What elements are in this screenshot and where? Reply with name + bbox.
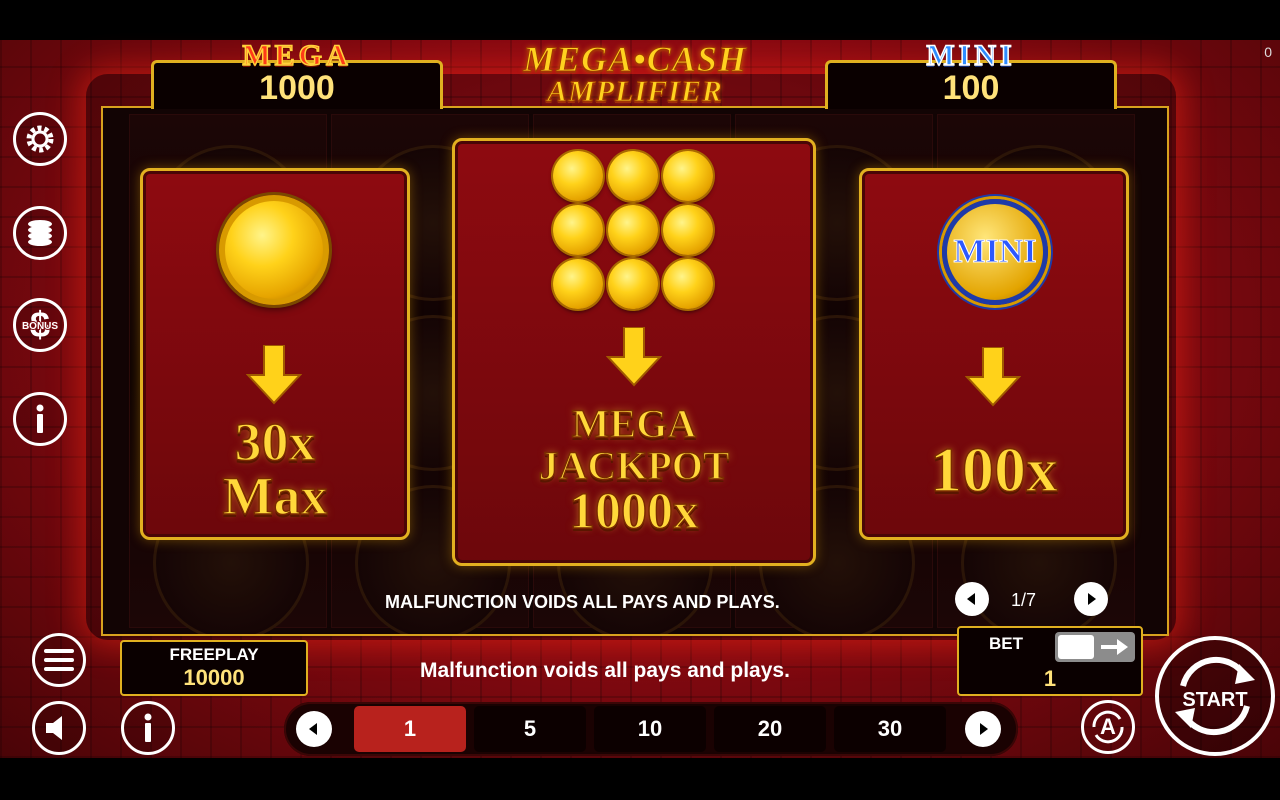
mega-jackpot-value: 1000	[259, 69, 335, 107]
chevron-right-icon	[980, 723, 988, 735]
next-page-button[interactable]	[1074, 582, 1108, 616]
bonus-dollar-icon: $ BONUS	[21, 304, 59, 345]
freeplay-value: 10000	[183, 665, 245, 690]
gold-coin-icon	[608, 205, 658, 255]
bonus-icon-text: BONUS	[22, 321, 58, 332]
mini-multiplier: 100x	[929, 434, 1059, 505]
gold-coin-icon	[663, 259, 713, 309]
mega-label: MEGA	[571, 401, 697, 446]
coins-button[interactable]	[13, 206, 67, 260]
bet-option[interactable]: 5	[474, 706, 586, 752]
game-logo: MEGA•CASH AMPLIFIER	[470, 39, 800, 108]
sound-button[interactable]	[32, 701, 86, 755]
down-arrow-icon	[606, 327, 662, 387]
mini-coin-label: MINI	[953, 233, 1037, 271]
info-panel-mega-jackpot: MEGA JACKPOT 1000x	[452, 138, 816, 566]
freeplay-label: FREEPLAY	[169, 645, 259, 664]
coin-stack-icon	[28, 220, 52, 246]
mini-coin-icon: MINI	[942, 199, 1048, 305]
info-icon	[36, 404, 44, 433]
mega-jackpot-label: MEGA	[242, 38, 352, 73]
chevron-left-icon	[967, 593, 975, 605]
gold-coin-icon	[663, 205, 713, 255]
menu-button[interactable]	[32, 633, 86, 687]
mega-jackpot-box: MEGA 1000	[151, 38, 443, 109]
malfunction-notice: Malfunction voids all pays and plays.	[420, 659, 790, 682]
freeplay-balance: FREEPLAY 10000	[120, 640, 308, 696]
gold-coin-icon	[219, 195, 329, 305]
gold-coin-icon	[608, 151, 658, 201]
info-panel-mini: MINI 100x	[859, 168, 1129, 540]
paytable-info-button[interactable]	[121, 701, 175, 755]
mega-jackpot-multiplier: 1000x	[568, 483, 700, 540]
gold-coin-icon	[663, 151, 713, 201]
start-label: START	[1182, 689, 1248, 711]
hamburger-menu-icon	[44, 649, 74, 671]
chevron-right-icon	[1088, 593, 1096, 605]
logo-line-2: AMPLIFIER	[547, 75, 723, 108]
bet-increase-button[interactable]	[965, 711, 1001, 747]
corner-counter: 0	[1264, 44, 1272, 60]
bet-option[interactable]: 1	[354, 706, 466, 752]
gold-coin-icon	[553, 259, 603, 309]
bet-toggle[interactable]	[1055, 632, 1135, 662]
down-arrow-icon	[965, 347, 1021, 407]
autoplay-icon	[1092, 710, 1124, 744]
arrow-right-icon	[1101, 639, 1128, 655]
prev-page-button[interactable]	[955, 582, 989, 616]
panel-max-label: Max	[222, 466, 328, 526]
info-panel-coin: 30x Max	[140, 168, 410, 540]
info-button[interactable]	[13, 392, 67, 446]
bet-option[interactable]: 30	[834, 706, 946, 752]
bet-label: BET	[989, 634, 1023, 653]
bet-selector: 1 5 10 20 30	[284, 702, 1018, 756]
logo-line-1: MEGA•CASH	[523, 39, 747, 79]
mini-jackpot-box: MINI 100	[825, 38, 1117, 109]
chevron-left-icon	[309, 723, 317, 735]
info-icon	[144, 713, 152, 742]
reel-malfunction-notice: MALFUNCTION VOIDS ALL PAYS AND PLAYS.	[385, 592, 780, 612]
speaker-icon	[46, 716, 62, 740]
settings-button[interactable]	[13, 112, 67, 166]
mini-jackpot-value: 100	[942, 69, 1000, 107]
panel-multiplier: 30x	[234, 412, 317, 472]
gold-coin-icon	[608, 259, 658, 309]
gear-icon	[26, 125, 54, 153]
bet-value: 1	[1043, 666, 1057, 691]
down-arrow-icon	[246, 345, 302, 405]
bonus-button[interactable]: $ BONUS	[13, 298, 67, 352]
gold-coin-icon	[553, 205, 603, 255]
bet-option[interactable]: 10	[594, 706, 706, 752]
bet-display: BET 1	[957, 626, 1143, 696]
start-button[interactable]: START	[1155, 636, 1275, 756]
bet-decrease-button[interactable]	[296, 711, 332, 747]
page-counter: 1/7	[1011, 590, 1037, 610]
pagination: 1/7	[955, 582, 1115, 618]
jackpot-label: JACKPOT	[538, 443, 731, 488]
gold-coin-icon	[553, 151, 603, 201]
mini-jackpot-label: MINI	[926, 38, 1016, 73]
bet-option[interactable]: 20	[714, 706, 826, 752]
autoplay-button[interactable]: A	[1081, 700, 1135, 754]
